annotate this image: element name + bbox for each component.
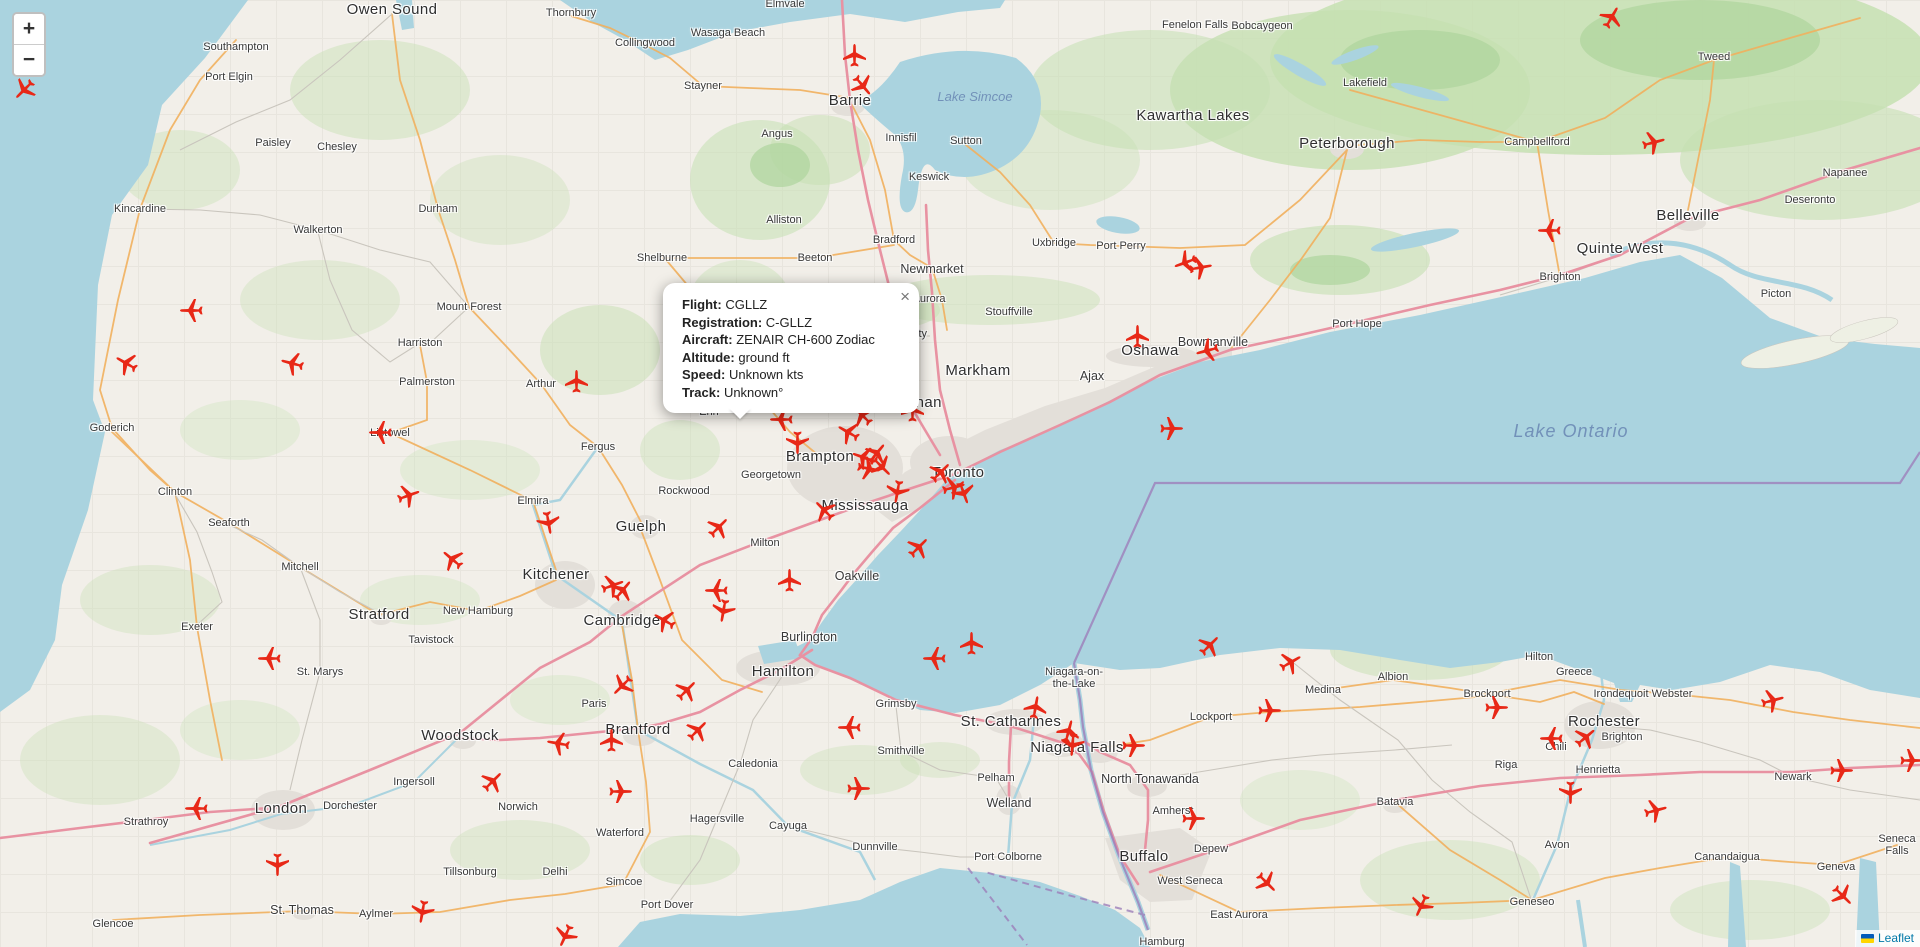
attribution-bar: Leaflet	[1855, 930, 1920, 947]
aircraft-marker-icon[interactable]	[921, 645, 948, 672]
aircraft-marker-icon[interactable]	[406, 895, 437, 926]
aircraft-marker-icon[interactable]	[1536, 217, 1563, 244]
aircraft-marker-icon[interactable]	[1057, 729, 1086, 758]
popup-row: Speed: Unknown kts	[682, 366, 900, 384]
aircraft-marker-icon[interactable]	[1158, 415, 1185, 442]
ukraine-flag-icon	[1861, 934, 1874, 943]
aircraft-marker-icon[interactable]	[532, 506, 563, 537]
zoom-out-button[interactable]: −	[14, 45, 44, 75]
popup-row: Altitude: ground ft	[682, 349, 900, 367]
aircraft-marker-icon[interactable]	[542, 727, 573, 758]
aircraft-marker-icon[interactable]	[1898, 747, 1920, 774]
aircraft-marker-icon[interactable]	[1120, 732, 1147, 759]
aircraft-marker-icon[interactable]	[1184, 251, 1215, 282]
aircraft-marker-icon[interactable]	[1180, 805, 1207, 832]
aircraft-marker-icon[interactable]	[836, 714, 863, 741]
aircraft-marker-icon[interactable]	[881, 475, 912, 506]
map-canvas[interactable]: Owen SoundThornburyCollingwoodSouthampto…	[0, 0, 1920, 947]
popup-row: Registration: C-GLLZ	[682, 314, 900, 332]
aircraft-marker-icon[interactable]	[1124, 323, 1151, 350]
aircraft-marker-icon[interactable]	[563, 368, 590, 395]
zoom-control: + −	[12, 12, 46, 77]
leaflet-link[interactable]: Leaflet	[1878, 931, 1914, 945]
popup-row: Track: Unknown°	[682, 384, 900, 402]
aircraft-marker-icon[interactable]	[707, 594, 738, 625]
aircraft-marker-icon[interactable]	[1828, 757, 1855, 784]
aircraft-marker-icon[interactable]	[1256, 697, 1283, 724]
popup-row: Aircraft: ZENAIR CH-600 Zodiac	[682, 331, 900, 349]
aircraft-marker-icon[interactable]	[598, 727, 625, 754]
popup-tip	[729, 408, 751, 430]
aircraft-marker-icon[interactable]	[845, 775, 872, 802]
aircraft-marker-icon[interactable]	[776, 567, 803, 594]
aircraft-marker-icon[interactable]	[852, 452, 883, 483]
aircraft-marker-icon[interactable]	[841, 42, 868, 69]
flight-info-popup: × Flight: CGLLZ Registration: C-GLLZ Air…	[663, 283, 919, 413]
aircraft-marker-icon[interactable]	[1483, 694, 1510, 721]
aircraft-marker-icon[interactable]	[256, 645, 283, 672]
aircraft-marker-icon[interactable]	[958, 630, 985, 657]
aircraft-marker-icon[interactable]	[264, 851, 291, 878]
popup-row: Flight: CGLLZ	[682, 296, 900, 314]
aircraft-marker-icon[interactable]	[178, 297, 205, 324]
aircraft-marker-icon[interactable]	[367, 419, 394, 446]
close-icon[interactable]: ×	[900, 287, 910, 307]
aircraft-marker-icon[interactable]	[1019, 691, 1050, 722]
aircraft-marker-icon[interactable]	[1557, 779, 1584, 806]
aircraft-marker-icon[interactable]	[784, 429, 811, 456]
aircraft-marker-icon[interactable]	[1538, 725, 1565, 752]
zoom-in-button[interactable]: +	[14, 14, 44, 45]
aircraft-marker-icon[interactable]	[183, 795, 210, 822]
aircraft-marker-icon[interactable]	[607, 778, 634, 805]
